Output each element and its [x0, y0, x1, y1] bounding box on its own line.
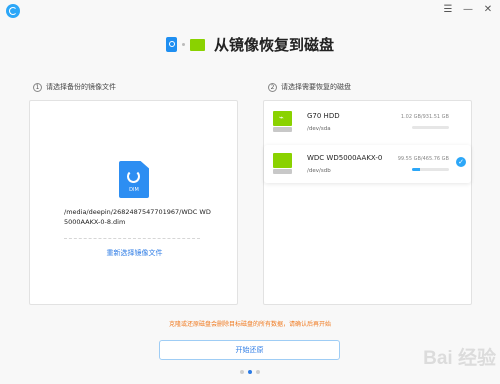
page-header: 从镜像恢复到磁盘	[0, 34, 500, 55]
disk-device: /dev/sdb	[307, 168, 331, 174]
disk-usage-bar	[412, 126, 449, 129]
close-icon[interactable]: ✕	[482, 3, 494, 17]
dim-file-icon: DIM	[119, 161, 149, 198]
titlebar: ☰ — ✕	[0, 0, 500, 26]
disk-size: 1.02 GB/931.51 GB	[400, 114, 449, 120]
step-number: 1	[33, 82, 42, 92]
menu-icon[interactable]: ☰	[442, 3, 454, 17]
window-controls: ☰ — ✕	[442, 3, 494, 17]
page-dot	[240, 370, 244, 374]
page-indicator	[0, 370, 500, 374]
disk-item-sdb[interactable]: WDC WD5000AAKX-0 /dev/sdb 99.55 GB/465.7…	[264, 145, 471, 183]
page-dot-active	[248, 370, 252, 374]
selected-check-icon: ✓	[456, 157, 466, 167]
step-number: 2	[268, 82, 277, 92]
disk-usage-bar	[412, 168, 449, 171]
page-dot	[256, 370, 260, 374]
disk-usage-fill	[412, 168, 420, 171]
disk-name: WDC WD5000AAKX-0	[307, 154, 383, 162]
step-1-heading: 1 请选择备份的镜像文件	[33, 82, 116, 92]
file-extension: DIM	[129, 187, 139, 193]
file-path: /media/deepin/2682487547701967/WDC WD500…	[64, 208, 211, 226]
hard-disk-icon	[273, 153, 292, 175]
disk-name: G70 HDD	[307, 112, 340, 120]
disk-list-panel: ⌁ G70 HDD /dev/sda 1.02 GB/931.51 GB WDC…	[263, 100, 472, 305]
deepin-logo-icon	[6, 4, 20, 18]
disk-device: /dev/sda	[307, 126, 331, 132]
usb-disk-icon: ⌁	[273, 111, 292, 133]
step-2-heading: 2 请选择需要恢复的磁盘	[268, 82, 351, 92]
step-label: 请选择需要恢复的磁盘	[281, 83, 351, 91]
disk-icon	[189, 38, 205, 51]
page-title: 从镜像恢复到磁盘	[213, 36, 334, 54]
reselect-image-link[interactable]: 重新选择镜像文件	[30, 248, 239, 258]
arrow-dot-icon	[181, 43, 185, 46]
baidu-watermark: Bai 经验	[423, 348, 496, 369]
disk-size: 99.55 GB/465.76 GB	[397, 156, 449, 162]
disk-item-sda[interactable]: ⌁ G70 HDD /dev/sda 1.02 GB/931.51 GB	[264, 103, 471, 141]
warning-text: 克隆或还原磁盘会删除目标磁盘的所有数据，请确认后再开始	[168, 321, 331, 328]
divider	[64, 238, 200, 239]
step-label: 请选择备份的镜像文件	[46, 83, 116, 91]
image-file-panel: DIM /media/deepin/2682487547701967/WDC W…	[29, 100, 238, 305]
start-restore-button[interactable]: 开始还原	[159, 340, 340, 360]
image-file-icon	[165, 37, 177, 52]
minimize-icon[interactable]: —	[462, 3, 474, 17]
